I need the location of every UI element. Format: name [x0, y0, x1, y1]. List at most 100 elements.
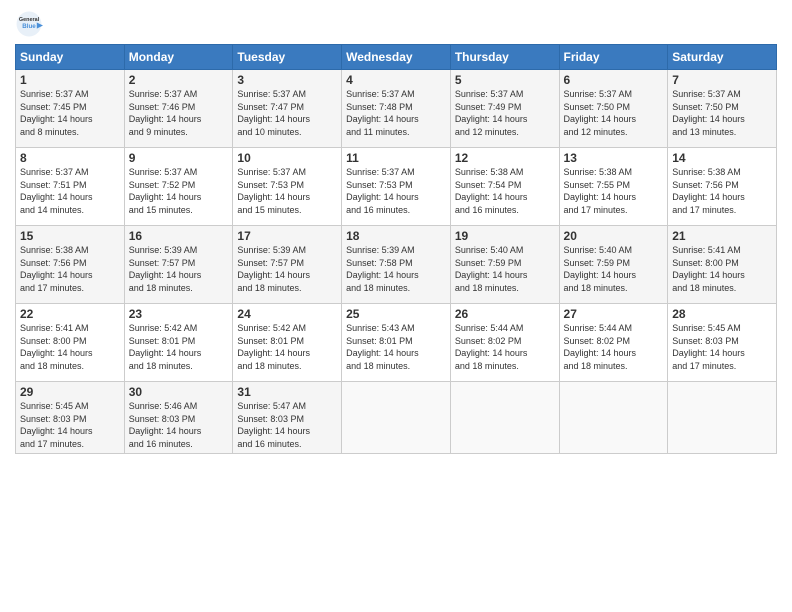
logo-icon: General Blue [15, 10, 43, 38]
calendar-cell: 15 Sunrise: 5:38 AM Sunset: 7:56 PM Dayl… [16, 226, 125, 304]
daylight-label: Daylight: 14 hours [672, 348, 745, 358]
daylight-label: Daylight: 14 hours [672, 270, 745, 280]
day-number: 17 [237, 229, 337, 243]
sunrise-label: Sunrise: 5:39 AM [237, 245, 306, 255]
day-number: 23 [129, 307, 229, 321]
sunset-label: Sunset: 7:48 PM [346, 102, 413, 112]
daylight-label: Daylight: 14 hours [237, 426, 310, 436]
daylight-label: Daylight: 14 hours [564, 348, 637, 358]
svg-text:Blue: Blue [22, 23, 36, 30]
day-number: 25 [346, 307, 446, 321]
day-info: Sunrise: 5:39 AM Sunset: 7:57 PM Dayligh… [129, 244, 229, 294]
day-info: Sunrise: 5:37 AM Sunset: 7:53 PM Dayligh… [237, 166, 337, 216]
day-info: Sunrise: 5:37 AM Sunset: 7:47 PM Dayligh… [237, 88, 337, 138]
sunset-label: Sunset: 8:01 PM [346, 336, 413, 346]
daylight-minutes: and 18 minutes. [346, 361, 410, 371]
calendar-cell: 1 Sunrise: 5:37 AM Sunset: 7:45 PM Dayli… [16, 70, 125, 148]
sunrise-label: Sunrise: 5:42 AM [129, 323, 198, 333]
calendar-cell [342, 382, 451, 454]
calendar-cell: 11 Sunrise: 5:37 AM Sunset: 7:53 PM Dayl… [342, 148, 451, 226]
daylight-minutes: and 18 minutes. [455, 361, 519, 371]
daylight-label: Daylight: 14 hours [237, 348, 310, 358]
daylight-minutes: and 16 minutes. [129, 439, 193, 449]
sunrise-label: Sunrise: 5:42 AM [237, 323, 306, 333]
calendar-day-header: Friday [559, 45, 668, 70]
sunset-label: Sunset: 7:57 PM [237, 258, 304, 268]
sunset-label: Sunset: 7:49 PM [455, 102, 522, 112]
day-number: 29 [20, 385, 120, 399]
daylight-label: Daylight: 14 hours [20, 192, 93, 202]
calendar-cell [559, 382, 668, 454]
day-number: 22 [20, 307, 120, 321]
day-info: Sunrise: 5:39 AM Sunset: 7:57 PM Dayligh… [237, 244, 337, 294]
calendar-day-header: Saturday [668, 45, 777, 70]
daylight-minutes: and 16 minutes. [237, 439, 301, 449]
calendar-cell: 21 Sunrise: 5:41 AM Sunset: 8:00 PM Dayl… [668, 226, 777, 304]
sunset-label: Sunset: 7:59 PM [455, 258, 522, 268]
daylight-minutes: and 17 minutes. [672, 361, 736, 371]
daylight-label: Daylight: 14 hours [20, 426, 93, 436]
daylight-label: Daylight: 14 hours [129, 348, 202, 358]
day-info: Sunrise: 5:44 AM Sunset: 8:02 PM Dayligh… [564, 322, 664, 372]
daylight-label: Daylight: 14 hours [20, 348, 93, 358]
calendar-cell: 31 Sunrise: 5:47 AM Sunset: 8:03 PM Dayl… [233, 382, 342, 454]
daylight-label: Daylight: 14 hours [455, 270, 528, 280]
sunrise-label: Sunrise: 5:37 AM [346, 167, 415, 177]
daylight-label: Daylight: 14 hours [129, 192, 202, 202]
calendar-cell: 13 Sunrise: 5:38 AM Sunset: 7:55 PM Dayl… [559, 148, 668, 226]
day-number: 13 [564, 151, 664, 165]
daylight-minutes: and 16 minutes. [455, 205, 519, 215]
sunrise-label: Sunrise: 5:44 AM [455, 323, 524, 333]
sunrise-label: Sunrise: 5:39 AM [346, 245, 415, 255]
daylight-minutes: and 18 minutes. [129, 283, 193, 293]
sunset-label: Sunset: 7:54 PM [455, 180, 522, 190]
calendar-cell [668, 382, 777, 454]
day-number: 28 [672, 307, 772, 321]
calendar-cell: 12 Sunrise: 5:38 AM Sunset: 7:54 PM Dayl… [450, 148, 559, 226]
sunrise-label: Sunrise: 5:37 AM [455, 89, 524, 99]
calendar-cell: 5 Sunrise: 5:37 AM Sunset: 7:49 PM Dayli… [450, 70, 559, 148]
daylight-label: Daylight: 14 hours [672, 114, 745, 124]
day-number: 19 [455, 229, 555, 243]
sunrise-label: Sunrise: 5:40 AM [455, 245, 524, 255]
sunset-label: Sunset: 8:03 PM [129, 414, 196, 424]
daylight-label: Daylight: 14 hours [20, 270, 93, 280]
daylight-label: Daylight: 14 hours [129, 114, 202, 124]
sunrise-label: Sunrise: 5:37 AM [20, 89, 89, 99]
calendar-cell: 6 Sunrise: 5:37 AM Sunset: 7:50 PM Dayli… [559, 70, 668, 148]
calendar-cell: 26 Sunrise: 5:44 AM Sunset: 8:02 PM Dayl… [450, 304, 559, 382]
day-number: 3 [237, 73, 337, 87]
sunrise-label: Sunrise: 5:37 AM [20, 167, 89, 177]
day-number: 4 [346, 73, 446, 87]
calendar-cell: 3 Sunrise: 5:37 AM Sunset: 7:47 PM Dayli… [233, 70, 342, 148]
day-number: 11 [346, 151, 446, 165]
sunset-label: Sunset: 7:45 PM [20, 102, 87, 112]
day-number: 15 [20, 229, 120, 243]
daylight-label: Daylight: 14 hours [129, 270, 202, 280]
calendar-cell: 24 Sunrise: 5:42 AM Sunset: 8:01 PM Dayl… [233, 304, 342, 382]
calendar-cell: 9 Sunrise: 5:37 AM Sunset: 7:52 PM Dayli… [124, 148, 233, 226]
daylight-minutes: and 18 minutes. [237, 361, 301, 371]
daylight-minutes: and 18 minutes. [237, 283, 301, 293]
daylight-minutes: and 18 minutes. [20, 361, 84, 371]
sunrise-label: Sunrise: 5:37 AM [237, 167, 306, 177]
sunset-label: Sunset: 7:52 PM [129, 180, 196, 190]
sunrise-label: Sunrise: 5:37 AM [129, 89, 198, 99]
day-info: Sunrise: 5:40 AM Sunset: 7:59 PM Dayligh… [455, 244, 555, 294]
sunset-label: Sunset: 8:03 PM [20, 414, 87, 424]
daylight-label: Daylight: 14 hours [346, 348, 419, 358]
calendar-cell: 19 Sunrise: 5:40 AM Sunset: 7:59 PM Dayl… [450, 226, 559, 304]
calendar-day-header: Monday [124, 45, 233, 70]
day-number: 18 [346, 229, 446, 243]
day-info: Sunrise: 5:38 AM Sunset: 7:56 PM Dayligh… [672, 166, 772, 216]
sunset-label: Sunset: 8:02 PM [564, 336, 631, 346]
daylight-label: Daylight: 14 hours [672, 192, 745, 202]
calendar-cell: 25 Sunrise: 5:43 AM Sunset: 8:01 PM Dayl… [342, 304, 451, 382]
day-info: Sunrise: 5:38 AM Sunset: 7:56 PM Dayligh… [20, 244, 120, 294]
sunset-label: Sunset: 7:55 PM [564, 180, 631, 190]
day-info: Sunrise: 5:37 AM Sunset: 7:49 PM Dayligh… [455, 88, 555, 138]
day-number: 2 [129, 73, 229, 87]
daylight-label: Daylight: 14 hours [455, 114, 528, 124]
sunrise-label: Sunrise: 5:38 AM [564, 167, 633, 177]
sunrise-label: Sunrise: 5:37 AM [346, 89, 415, 99]
